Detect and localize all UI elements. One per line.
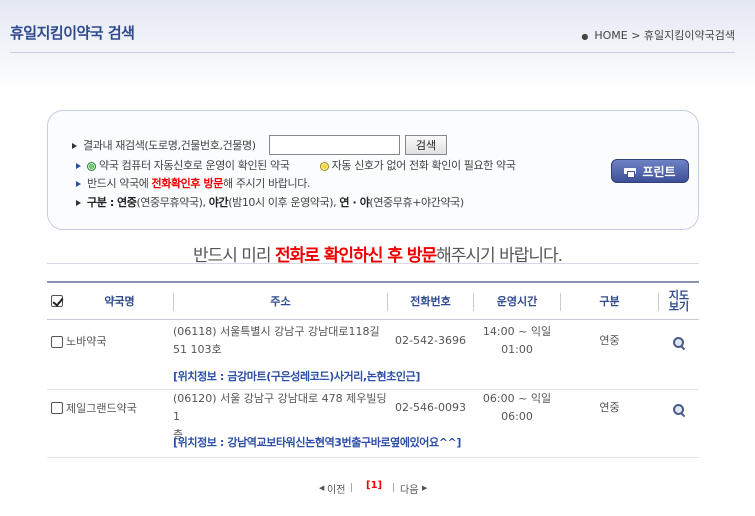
class-a-desc: (연중무휴약국), [136,196,206,209]
header-name: 약국명 [104,295,135,308]
research-label: 결과내 재검색(도로명,건물번호,건물명) [83,139,256,152]
breadcrumb-current: 휴일지킴이약국검색 [643,29,735,42]
legend-phone: 자동 신호가 없어 전화 확인이 필요한 약국 [331,159,516,172]
row-divider [47,457,699,458]
pager-current[interactable]: [1] [366,480,382,491]
location-info: [위치정보 : 강남역교보타워신논현역3번출구바로옆에있어요^^] [173,436,461,449]
pharmacy-name: 제일그랜드약국 [66,402,137,415]
title-divider [10,52,735,53]
select-all-checkbox[interactable] [51,295,63,307]
search-input[interactable] [269,135,400,155]
pharmacy-name: 노바약국 [66,335,107,348]
class-b-desc: (밤10시 이후 운영약국), [228,196,337,209]
page-title: 휴일지킴이약국 검색 [10,24,135,42]
visit-row: 반드시 약국에 전화확인후 방문해 주시기 바랍니다. [76,175,310,191]
visit-pre: 반드시 약국에 [87,177,152,190]
hours-line1: 06:00 ~ 익일 [482,392,552,405]
breadcrumb-separator: > [631,29,641,42]
address-line1: (06120) 서울 강남구 강남대로 478 제우빌딩1 [173,392,387,423]
bullet-icon: ● [581,31,589,41]
pager-separator [393,483,394,492]
visit-red: 전화확인후 방문 [151,177,224,190]
address-line1: (06118) 서울특별시 강남구 강남대로118길 [173,325,380,338]
pager-next[interactable]: 다음 [400,481,418,496]
pager-separator [351,483,352,492]
pharmacy-phone: 02-546-0093 [395,401,466,414]
location-info: [위치정보 : 금강마트(구은성레코드)사거리,논현초인근] [173,370,420,383]
header-bottom-border [47,319,699,320]
pharmacy-address: (06118) 서울특별시 강남구 강남대로118길 51 103호 [173,323,383,359]
header-map-l2: 보기 [668,300,690,313]
map-search-icon[interactable] [673,337,685,349]
yellow-circle-icon [319,161,329,171]
hours-line1: 14:00 ~ 익일 [482,325,552,338]
legend-confirmed: 약국 컴퓨터 자동신호로 운영이 확인된 약국 [99,159,290,172]
research-row: 결과내 재검색(도로명,건물번호,건물명) [72,137,256,153]
header-phone: 전화번호 [410,295,451,308]
green-circle-icon [87,161,96,171]
visit-post: 해 주시기 바랍니다. [223,177,311,190]
header-band [0,0,755,90]
next-arrow-icon: ▶ [422,484,428,492]
class-a-name: 연중 [116,196,137,209]
header-type: 구분 [599,295,620,308]
search-button[interactable]: 검색 [405,135,447,155]
prev-arrow-icon: ◀ [319,484,325,492]
row-checkbox[interactable] [51,402,63,414]
arrow-icon [72,143,77,149]
arrow-icon [76,200,81,206]
pharmacy-phone: 02-542-3696 [395,334,466,347]
map-search-icon[interactable] [673,404,685,416]
search-panel: 결과내 재검색(도로명,건물번호,건물명) 검색 약국 컴퓨터 자동신호로 운영… [47,110,699,230]
breadcrumb: ● HOME > 휴일지킴이약국검색 [581,27,735,43]
pharmacy-hours: 06:00 ~ 익일 06:00 [474,390,560,426]
arrow-icon [76,163,81,169]
address-line2: 51 103호 [173,343,222,356]
pager-prev[interactable]: 이전 [327,481,345,496]
table-header: 약국명 주소 전화번호 운영시간 구분 지도 보기 [47,283,699,319]
pharmacy-type: 연중 [599,334,620,347]
class-label: 구분 : [87,196,114,209]
hours-line2: 01:00 [501,343,533,356]
class-c-desc: (연중무휴+야간약국) [369,196,464,209]
print-button[interactable]: 프린트 [611,159,689,183]
row-checkbox[interactable] [51,336,63,348]
pagination: ◀ 이전 [1] 다음 ▶ [0,480,755,496]
breadcrumb-home[interactable]: HOME [594,29,627,42]
header-map: 지도 보기 [659,283,699,319]
legend-row: 약국 컴퓨터 자동신호로 운영이 확인된 약국 자동 신호가 없어 전화 확인이… [76,157,516,173]
header-hours: 운영시간 [496,295,538,308]
pharmacy-hours: 14:00 ~ 익일 01:00 [474,323,560,359]
hours-line2: 06:00 [501,410,533,423]
select-all-cell [47,283,67,319]
header-address: 주소 [270,295,291,308]
arrow-icon [76,181,81,187]
pharmacy-type: 연중 [599,401,620,414]
printer-icon [624,166,637,178]
class-b-name: 야간 [208,196,229,209]
print-label: 프린트 [642,164,676,179]
class-row: 구분 : 연중(연중무휴약국), 야간(밤10시 이후 운영약국), 연 · 야… [76,194,464,210]
class-c-name: 연 · 야 [339,196,370,209]
notice-divider [47,263,699,264]
